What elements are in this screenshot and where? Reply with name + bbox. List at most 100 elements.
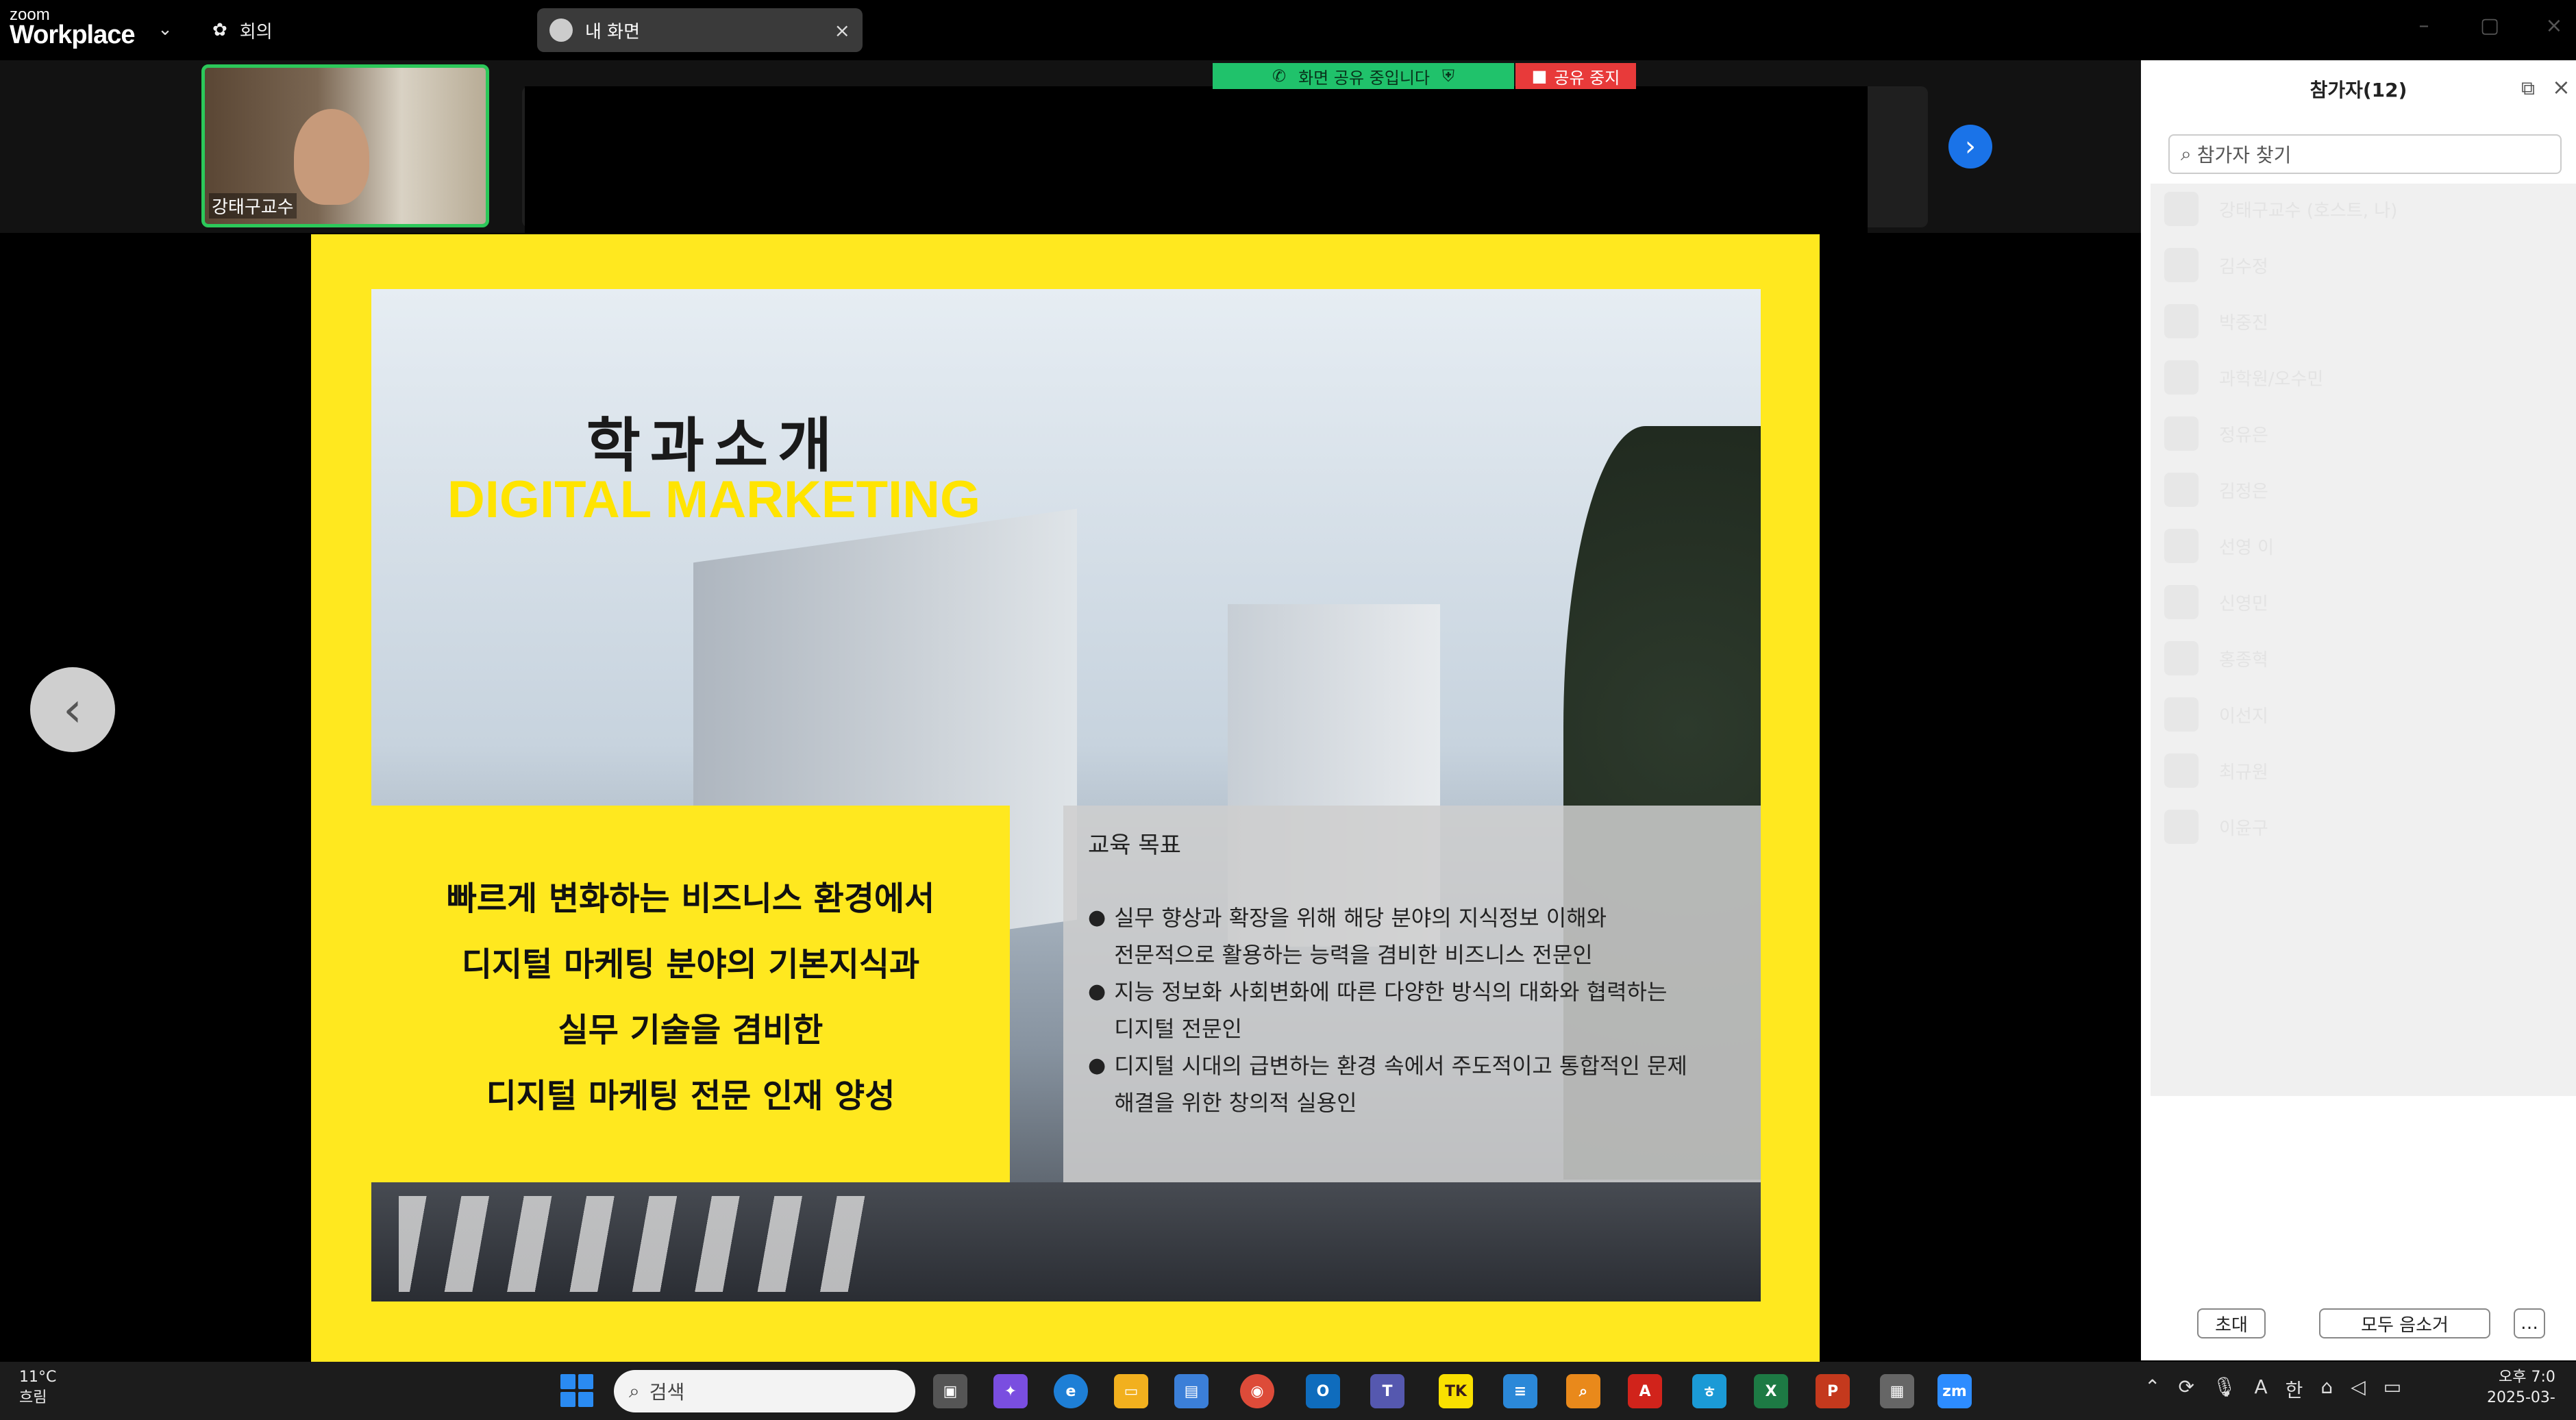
meeting-menu[interactable]: ✿ 회의 bbox=[212, 15, 273, 45]
list-item[interactable]: 과학원/오수민 bbox=[2164, 360, 2323, 395]
goal-line: 지능 정보화 사회변화에 따른 다양한 방식의 대화와 협력하는 bbox=[1114, 979, 1668, 1005]
tab-my-screen[interactable]: 내 화면 × bbox=[537, 8, 863, 52]
street-image bbox=[371, 1182, 1761, 1301]
battery-icon[interactable]: ▭ bbox=[2383, 1375, 2401, 1403]
goal-line: 디지털 전문인 bbox=[1114, 1016, 1242, 1042]
avatar bbox=[2164, 697, 2199, 732]
more-button[interactable]: … bbox=[2514, 1308, 2545, 1338]
participant-name: 이윤구 bbox=[2219, 818, 2268, 839]
taskbar: 11°C 흐림 ⌕ 검색 ▣ ✦ e ▭ ▤ ◉ O T TK ≡ ⌕ A ㅎ … bbox=[0, 1362, 2576, 1420]
goals-heading: 교육 목표 bbox=[1088, 832, 1181, 859]
goal-line: 전문적으로 활용하는 능력을 겸비한 비즈니스 전문인 bbox=[1114, 942, 1593, 968]
task-view-icon[interactable]: ▣ bbox=[933, 1374, 967, 1408]
participant-search-input[interactable]: ⌕ 참가자 찾기 bbox=[2168, 134, 2562, 174]
search-app-icon[interactable]: ⌕ bbox=[1566, 1374, 1600, 1408]
list-item[interactable]: 홍종혁 bbox=[2164, 641, 2268, 675]
list-item[interactable]: 최규원 bbox=[2164, 753, 2268, 788]
list-item[interactable]: 김정은 bbox=[2164, 473, 2268, 507]
invite-button[interactable]: 초대 bbox=[2197, 1308, 2266, 1338]
list-item[interactable]: 강태구교수 (호스트, 나) bbox=[2164, 192, 2397, 226]
popout-icon[interactable]: ⧉ bbox=[2521, 77, 2535, 100]
file-explorer-icon[interactable]: ▭ bbox=[1114, 1374, 1148, 1408]
search-icon: ⌕ bbox=[629, 1380, 640, 1402]
stop-share-button[interactable]: ■ 공유 중지 bbox=[1515, 63, 1636, 89]
weather-condition: 흐림 bbox=[19, 1389, 47, 1406]
weather-widget[interactable]: 11°C 흐림 bbox=[19, 1367, 56, 1408]
chevron-right-icon[interactable]: › bbox=[1948, 125, 1992, 169]
list-item[interactable]: 김수정 bbox=[2164, 248, 2268, 282]
pdf-icon[interactable]: A bbox=[1628, 1374, 1662, 1408]
avatar bbox=[2164, 360, 2199, 395]
presentation-slide: 학과소개 DIGITAL MARKETING 빠르게 변화하는 비즈니스 환경에… bbox=[371, 289, 1761, 1301]
close-icon[interactable]: × bbox=[2552, 74, 2571, 100]
chrome-icon[interactable]: ◉ bbox=[1240, 1374, 1274, 1408]
outlook-icon[interactable]: O bbox=[1306, 1374, 1340, 1408]
list-item[interactable]: 이윤구 bbox=[2164, 810, 2268, 844]
share-preview bbox=[525, 86, 1868, 233]
sharing-status-text: 화면 공유 중입니다 bbox=[1298, 68, 1430, 88]
chevron-down-icon[interactable]: ⌄ bbox=[155, 19, 175, 40]
clock[interactable]: 오후 7:0 2025-03- bbox=[2487, 1367, 2555, 1408]
chevron-left-icon[interactable]: ‹ bbox=[30, 667, 115, 752]
avatar bbox=[2164, 641, 2199, 675]
taskbar-search-input[interactable]: ⌕ 검색 bbox=[614, 1370, 915, 1412]
sync-icon[interactable]: ⟳ bbox=[2178, 1375, 2194, 1403]
volume-icon[interactable]: ◁ bbox=[2351, 1375, 2366, 1403]
bullet-icon: ● bbox=[1088, 906, 1106, 930]
list-item[interactable]: 이선지 bbox=[2164, 697, 2268, 732]
participant-name: 이선지 bbox=[2219, 706, 2268, 727]
meeting-menu-label: 회의 bbox=[239, 21, 273, 42]
calculator-icon[interactable]: ▦ bbox=[1880, 1374, 1914, 1408]
participant-name: 홍종혁 bbox=[2219, 649, 2268, 671]
minimize-icon[interactable]: – bbox=[2410, 14, 2438, 41]
notes-icon[interactable]: ≡ bbox=[1503, 1374, 1537, 1408]
teams-icon[interactable]: T bbox=[1370, 1374, 1404, 1408]
zoom-workplace-logo: Workplace bbox=[10, 21, 135, 49]
excel-icon[interactable]: X bbox=[1754, 1374, 1788, 1408]
participant-name: 과학원/오수민 bbox=[2219, 369, 2324, 390]
temperature: 11°C bbox=[19, 1369, 57, 1386]
list-item[interactable]: 신영민 bbox=[2164, 585, 2268, 619]
list-item[interactable]: 정유은 bbox=[2164, 416, 2268, 451]
start-icon[interactable] bbox=[560, 1374, 593, 1407]
ime-icon[interactable]: 한 bbox=[2286, 1375, 2303, 1403]
mission-line: 빠르게 변화하는 비즈니스 환경에서 bbox=[446, 880, 935, 918]
avatar bbox=[2164, 248, 2199, 282]
list-item[interactable]: 박중진 bbox=[2164, 304, 2268, 338]
close-icon[interactable]: × bbox=[834, 19, 850, 42]
font-icon[interactable]: A bbox=[2254, 1375, 2267, 1403]
mission-line: 디지털 마케팅 분야의 기본지식과 bbox=[461, 945, 920, 984]
taskbar-search-placeholder: 검색 bbox=[649, 1381, 685, 1404]
participants-panel: 참가자(12) ⧉ × ⌕ 참가자 찾기 강태구교수 (호스트, 나) 김수정 … bbox=[2141, 60, 2576, 1360]
edge-icon[interactable]: e bbox=[1054, 1374, 1088, 1408]
sharing-status-bar[interactable]: ✆ 화면 공유 중입니다 ⛨ bbox=[1213, 63, 1514, 89]
avatar bbox=[2164, 192, 2199, 226]
stop-icon: ■ bbox=[1531, 66, 1548, 86]
network-icon[interactable]: ⌂ bbox=[2320, 1375, 2333, 1403]
kakaotalk-icon[interactable]: TK bbox=[1439, 1374, 1473, 1408]
title-bar bbox=[0, 0, 2576, 60]
avatar bbox=[2164, 529, 2199, 563]
copilot-icon[interactable]: ✦ bbox=[993, 1374, 1028, 1408]
maximize-icon[interactable]: ▢ bbox=[2476, 14, 2503, 41]
participant-name: 김정은 bbox=[2219, 481, 2268, 502]
list-item[interactable]: 선영 이 bbox=[2164, 529, 2274, 563]
paw-icon: ✿ bbox=[212, 20, 227, 40]
powerpoint-icon[interactable]: P bbox=[1816, 1374, 1850, 1408]
participant-list: 강태구교수 (호스트, 나) 김수정 박중진 과학원/오수민 정유은 김정은 선… bbox=[2151, 184, 2576, 1096]
mute-all-button[interactable]: 모두 음소거 bbox=[2319, 1308, 2490, 1338]
participant-name: 강태구교수 (호스트, 나) bbox=[2219, 200, 2398, 221]
hangul-icon[interactable]: ㅎ bbox=[1692, 1374, 1726, 1408]
store-icon[interactable]: ▤ bbox=[1174, 1374, 1209, 1408]
microphone-icon[interactable]: 🎙 bbox=[2212, 1375, 2237, 1403]
chevron-up-icon[interactable]: ⌃ bbox=[2144, 1375, 2160, 1403]
search-icon: ⌕ bbox=[2181, 142, 2192, 165]
goal-line: 해결을 위한 창의적 실용인 bbox=[1114, 1090, 1357, 1116]
slide-title-english: DIGITAL MARKETING bbox=[447, 471, 981, 529]
close-window-icon[interactable]: × bbox=[2540, 14, 2568, 41]
participant-name: 박중진 bbox=[2219, 312, 2268, 334]
participant-video[interactable]: 강태구교수 bbox=[201, 64, 489, 227]
participant-name: 정유은 bbox=[2219, 425, 2268, 446]
zoom-icon[interactable]: zm bbox=[1937, 1374, 1972, 1408]
goal-line: 실무 향상과 확장을 위해 해당 분야의 지식정보 이해와 bbox=[1114, 905, 1607, 931]
